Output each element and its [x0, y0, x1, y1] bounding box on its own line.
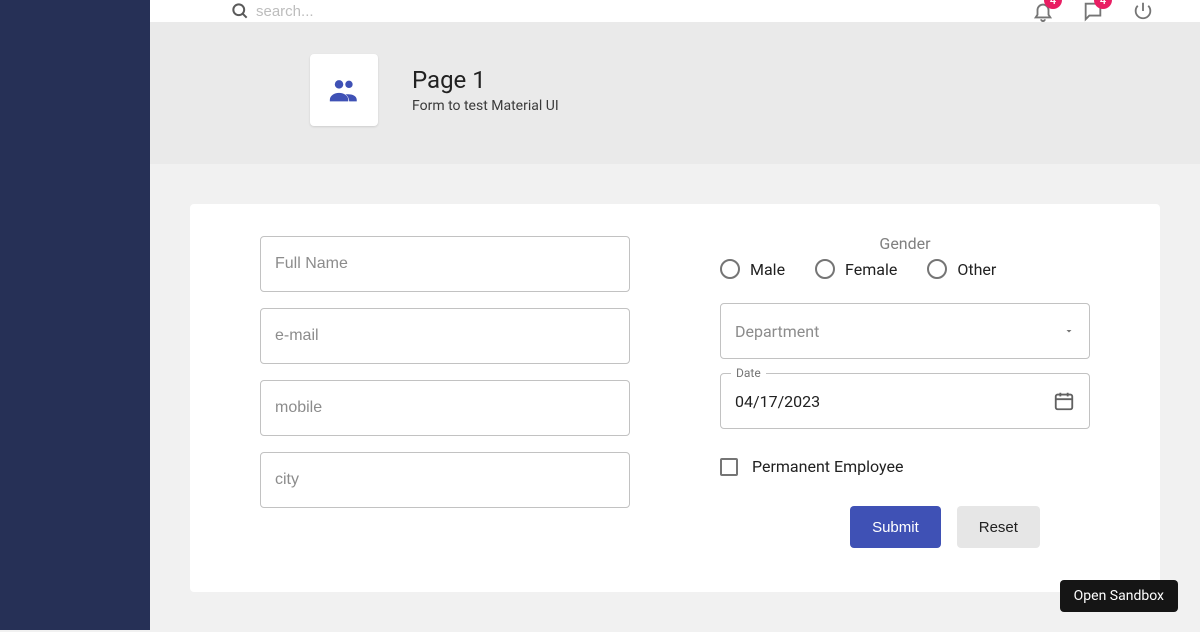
search-input[interactable]: [256, 3, 516, 20]
radio-label-other: Other: [957, 260, 996, 279]
radio-female[interactable]: Female: [815, 259, 897, 279]
sidebar: [0, 0, 150, 630]
reset-button[interactable]: Reset: [957, 506, 1040, 548]
email-input[interactable]: [275, 327, 615, 345]
permanent-checkbox[interactable]: Permanent Employee: [720, 457, 1090, 476]
calendar-icon: [1053, 390, 1075, 412]
gender-label: Gender: [720, 234, 1090, 253]
full-name-input[interactable]: [275, 255, 615, 273]
dropdown-icon: [1063, 325, 1075, 337]
radio-label-male: Male: [750, 260, 785, 279]
mobile-field[interactable]: [260, 380, 630, 436]
power-icon: [1132, 0, 1154, 22]
gender-radio-group: Male Female Other: [720, 259, 1090, 279]
button-row: Submit Reset: [800, 506, 1090, 548]
department-placeholder: Department: [735, 322, 819, 341]
radio-male[interactable]: Male: [720, 259, 785, 279]
radio-icon: [927, 259, 947, 279]
content-area: Gender Male Female Other: [150, 164, 1200, 632]
topbar-icons: 4 4: [1032, 0, 1154, 22]
power-button[interactable]: [1132, 0, 1154, 22]
department-select[interactable]: Department: [720, 303, 1090, 359]
city-field[interactable]: [260, 452, 630, 508]
search-icon: [230, 1, 250, 21]
form-left-col: [260, 236, 630, 548]
checkbox-icon: [720, 458, 738, 476]
form-right-col: Gender Male Female Other: [720, 236, 1090, 548]
messages-button[interactable]: 4: [1082, 0, 1104, 22]
date-value: 04/17/2023: [735, 392, 820, 411]
mobile-input[interactable]: [275, 399, 615, 417]
city-input[interactable]: [275, 471, 615, 489]
main-area: 4 4 Page 1 Form to: [150, 0, 1200, 630]
heading-icon-card: [310, 54, 378, 126]
email-field[interactable]: [260, 308, 630, 364]
heading-band: Page 1 Form to test Material UI: [150, 22, 1200, 164]
radio-label-female: Female: [845, 260, 897, 279]
open-sandbox-button[interactable]: Open Sandbox: [1060, 580, 1178, 612]
topbar: 4 4: [150, 0, 1200, 22]
notifications-button[interactable]: 4: [1032, 0, 1054, 22]
people-icon: [327, 73, 361, 107]
permanent-label: Permanent Employee: [752, 457, 903, 476]
submit-button[interactable]: Submit: [850, 506, 941, 548]
search-wrap: [230, 1, 1032, 21]
heading-text: Page 1 Form to test Material UI: [412, 66, 559, 114]
radio-other[interactable]: Other: [927, 259, 996, 279]
radio-icon: [720, 259, 740, 279]
radio-icon: [815, 259, 835, 279]
page-title: Page 1: [412, 66, 559, 94]
full-name-field[interactable]: [260, 236, 630, 292]
form-card: Gender Male Female Other: [190, 204, 1160, 592]
page-subtitle: Form to test Material UI: [412, 98, 559, 114]
date-field[interactable]: Date 04/17/2023: [720, 373, 1090, 429]
date-label: Date: [731, 366, 766, 380]
